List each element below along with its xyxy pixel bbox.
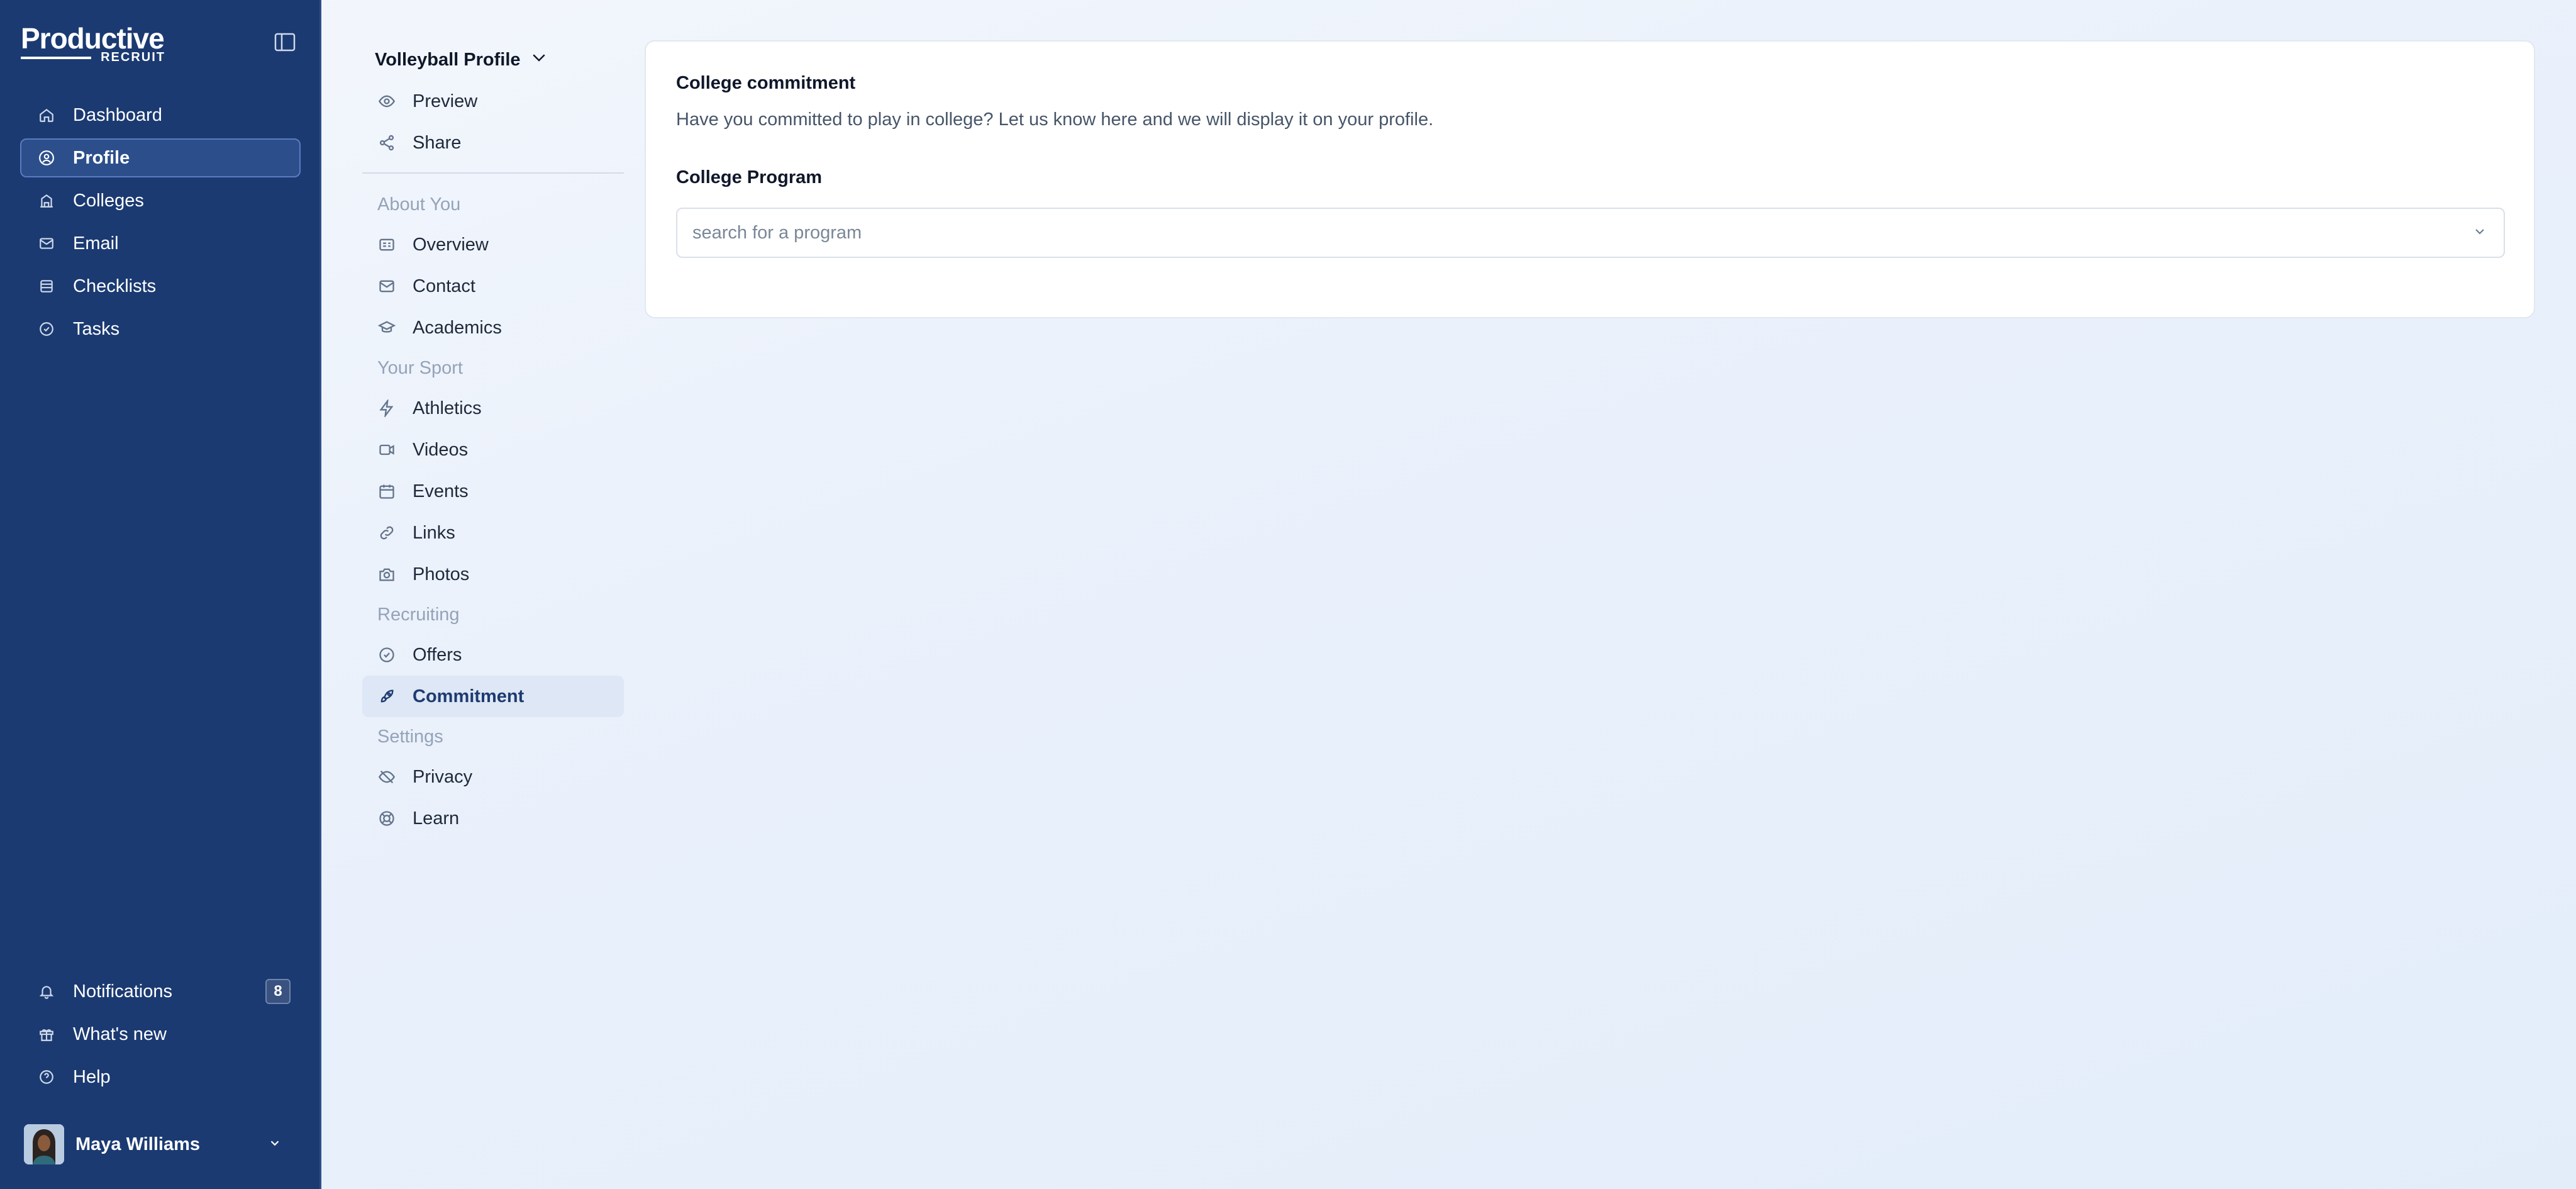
- college-program-select[interactable]: [676, 208, 2505, 258]
- nav-item-label: Help: [73, 1066, 111, 1087]
- nav-item-label: Profile: [73, 147, 130, 168]
- building-icon: [38, 192, 55, 209]
- check-circle-icon: [38, 320, 55, 338]
- lifebuoy-icon: [377, 809, 396, 828]
- user-circle-icon: [38, 149, 55, 167]
- avatar: [24, 1124, 64, 1164]
- nav-item-checklists[interactable]: Checklists: [20, 267, 301, 306]
- profile-menu: Volleyball Profile Preview Share About Y…: [362, 39, 624, 839]
- nav-item-help[interactable]: Help: [20, 1058, 301, 1097]
- menu-item-label: Videos: [413, 439, 469, 460]
- menu-item-share[interactable]: Share: [362, 122, 624, 164]
- college-program-label: College Program: [676, 167, 823, 187]
- nav-item-label: Checklists: [73, 276, 157, 296]
- collapse-sidebar-button[interactable]: [273, 30, 297, 54]
- section-heading: Recruiting: [377, 604, 460, 625]
- college-commitment-card: College commitment Have you committed to…: [645, 40, 2535, 318]
- bolt-icon: [377, 399, 396, 418]
- logo-wordmark: Productive: [21, 22, 165, 55]
- menu-item-label: Events: [413, 481, 469, 501]
- app-sidebar: Productive RECRUIT Dashboard Profile Col…: [0, 0, 321, 1189]
- video-icon: [377, 440, 396, 459]
- graduation-cap-icon: [377, 318, 396, 337]
- menu-item-label: Privacy: [413, 766, 473, 787]
- profile-title: Volleyball Profile: [375, 49, 521, 70]
- logo-subtitle: RECRUIT: [101, 50, 165, 64]
- menu-item-label: Overview: [413, 234, 489, 255]
- menu-item-athletics[interactable]: Athletics: [362, 388, 624, 429]
- productive-recruit-logo[interactable]: Productive RECRUIT: [21, 23, 165, 64]
- menu-item-label: Academics: [413, 317, 502, 338]
- nav-item-dashboard[interactable]: Dashboard: [20, 96, 301, 135]
- nav-item-email[interactable]: Email: [20, 224, 301, 263]
- logo-underline: [21, 57, 91, 59]
- menu-item-academics[interactable]: Academics: [362, 307, 624, 349]
- bell-icon: [38, 983, 55, 1000]
- section-heading: About You: [377, 194, 461, 215]
- nav-item-label: What's new: [73, 1024, 167, 1044]
- menu-item-overview[interactable]: Overview: [362, 224, 624, 265]
- menu-item-label: Learn: [413, 808, 460, 829]
- menu-item-photos[interactable]: Photos: [362, 554, 624, 595]
- nav-item-label: Colleges: [73, 190, 144, 211]
- menu-item-events[interactable]: Events: [362, 471, 624, 512]
- nav-item-label: Notifications: [73, 981, 172, 1002]
- user-name: Maya Williams: [75, 1134, 200, 1154]
- menu-divider: [362, 172, 624, 174]
- camera-icon: [377, 565, 396, 584]
- nav-item-profile[interactable]: Profile: [20, 138, 301, 177]
- nav-item-label: Tasks: [73, 318, 120, 339]
- sidebar-toggle-icon: [274, 33, 296, 52]
- menu-item-label: Offers: [413, 644, 462, 665]
- menu-item-label: Preview: [413, 91, 478, 111]
- mail-icon: [377, 277, 396, 296]
- menu-item-offers[interactable]: Offers: [362, 634, 624, 676]
- menu-item-learn[interactable]: Learn: [362, 798, 624, 839]
- user-menu[interactable]: Maya Williams: [24, 1124, 288, 1165]
- card-title: College commitment: [676, 73, 856, 93]
- section-heading: Your Sport: [377, 357, 463, 378]
- chevron-down-icon: [530, 48, 548, 72]
- help-circle-icon: [38, 1068, 55, 1086]
- nav-item-whats-new[interactable]: What's new: [20, 1015, 301, 1054]
- menu-item-contact[interactable]: Contact: [362, 265, 624, 307]
- menu-item-label: Contact: [413, 276, 475, 296]
- list-icon: [38, 277, 55, 295]
- menu-item-label: Share: [413, 132, 462, 153]
- check-circle-icon: [377, 645, 396, 664]
- college-program-search-input[interactable]: [692, 222, 2472, 243]
- menu-item-commitment[interactable]: Commitment: [362, 676, 624, 717]
- chevron-down-icon[interactable]: [2472, 224, 2487, 242]
- menu-item-label: Athletics: [413, 398, 482, 418]
- share-icon: [377, 133, 396, 152]
- home-icon: [38, 106, 55, 124]
- menu-item-label: Commitment: [413, 686, 525, 706]
- menu-item-videos[interactable]: Videos: [362, 429, 624, 471]
- main-nav: Dashboard Profile Colleges Email Checkli…: [20, 96, 301, 352]
- nav-item-label: Email: [73, 233, 119, 254]
- menu-item-preview[interactable]: Preview: [362, 81, 624, 122]
- link-icon: [377, 523, 396, 542]
- calendar-icon: [377, 482, 396, 501]
- menu-item-links[interactable]: Links: [362, 512, 624, 554]
- profile-switcher[interactable]: Volleyball Profile: [362, 39, 624, 81]
- eye-icon: [377, 92, 396, 111]
- eye-off-icon: [377, 768, 396, 786]
- nav-item-colleges[interactable]: Colleges: [20, 181, 301, 220]
- rocket-icon: [377, 687, 396, 706]
- id-card-icon: [377, 235, 396, 254]
- mail-icon: [38, 235, 55, 252]
- nav-item-notifications[interactable]: Notifications 8: [20, 972, 301, 1011]
- menu-item-privacy[interactable]: Privacy: [362, 756, 624, 798]
- chevron-down-icon: [268, 1136, 282, 1153]
- nav-item-tasks[interactable]: Tasks: [20, 310, 301, 349]
- gift-icon: [38, 1025, 55, 1043]
- menu-item-label: Links: [413, 522, 455, 543]
- menu-item-label: Photos: [413, 564, 470, 584]
- notifications-count-badge: 8: [265, 979, 291, 1004]
- card-description: Have you committed to play in college? L…: [676, 109, 1434, 130]
- bottom-nav: Notifications 8 What's new Help: [20, 972, 301, 1100]
- nav-item-label: Dashboard: [73, 104, 162, 125]
- section-heading: Settings: [377, 726, 443, 747]
